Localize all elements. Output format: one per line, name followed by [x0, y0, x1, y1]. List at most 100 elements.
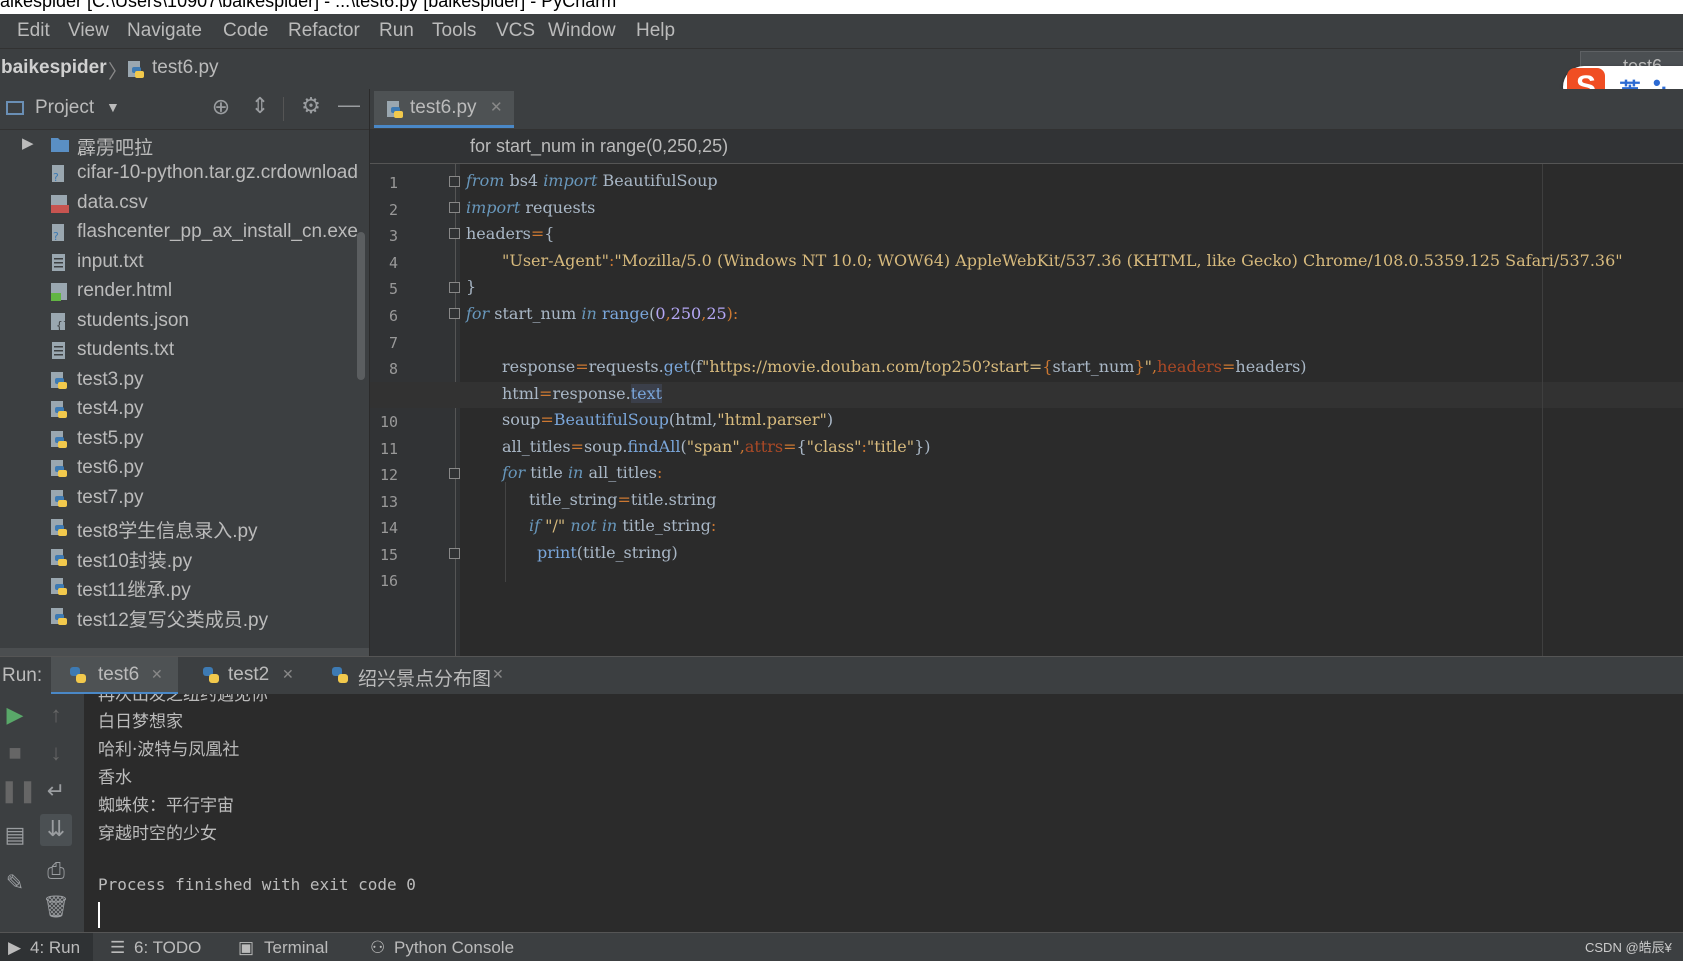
run-panel-header: Run: test6 ✕ test2 ✕ 绍兴景点分布图 ✕ — [0, 656, 1683, 695]
layout-icon[interactable]: ▤ — [0, 822, 30, 848]
editor-tab-bar: test6.py ✕ — [370, 89, 1683, 130]
python-file-icon — [386, 100, 404, 120]
tree-file[interactable]: test6.py — [0, 454, 369, 484]
fold-icon[interactable] — [449, 308, 460, 319]
bottom-tab-terminal[interactable]: ▣ Terminal — [236, 933, 346, 961]
project-title[interactable]: Project — [35, 97, 94, 119]
scroll-to-end-button[interactable]: ⇊ — [40, 814, 72, 846]
stop-icon[interactable]: ■ — [0, 740, 30, 766]
menu-tools[interactable]: Tools — [432, 20, 476, 42]
fold-icon[interactable] — [449, 282, 460, 293]
run-tab-test6[interactable]: test6 ✕ — [51, 657, 178, 695]
hide-panel-icon[interactable]: — — [334, 92, 364, 118]
fold-icon[interactable] — [449, 548, 460, 559]
bottom-tab-python-console[interactable]: ⚇ Python Console — [368, 933, 538, 961]
tab-test6-py[interactable]: test6.py ✕ — [374, 91, 514, 128]
tree-file[interactable]: test4.py — [0, 395, 369, 425]
nav-file[interactable]: test6.py — [152, 57, 219, 79]
close-icon[interactable]: ✕ — [490, 98, 503, 116]
trash-icon[interactable]: 🗑 — [41, 894, 71, 920]
bottom-tab-label: 6: TODO — [134, 938, 202, 957]
tree-file[interactable]: test7.py — [0, 484, 369, 514]
menu-run[interactable]: Run — [379, 20, 414, 42]
svg-text:{}: {} — [56, 319, 69, 332]
menu-navigate[interactable]: Navigate — [127, 20, 202, 42]
output-line: 哈利·波特与凤凰社 — [98, 740, 240, 760]
tree-file[interactable]: test12复写父类成员.py — [0, 602, 369, 632]
tree-file[interactable]: ? cifar-10-python.tar.gz.crdownload — [0, 159, 369, 189]
line-number: 1 — [388, 174, 398, 192]
tree-file[interactable]: render.html — [0, 277, 369, 307]
tree-folder[interactable]: ▶ 霹雳吧拉 — [0, 130, 369, 160]
tree-file[interactable]: ? flashcenter_pp_ax_install_cn.exe — [0, 218, 369, 248]
run-tab-label: 绍兴景点分布图 — [358, 669, 492, 690]
up-arrow-icon[interactable]: ↑ — [41, 702, 71, 728]
tree-item-label: test6.py — [77, 457, 144, 478]
tree-file[interactable]: test5.py — [0, 425, 369, 455]
code-line-2: import requests — [466, 198, 596, 217]
python-file-icon — [50, 577, 68, 597]
run-tab-icon: ▶ — [8, 938, 22, 957]
close-icon[interactable]: ✕ — [492, 666, 504, 683]
fold-icon[interactable] — [449, 468, 460, 479]
svg-text:?: ? — [53, 230, 59, 243]
project-hscrollbar[interactable] — [0, 648, 369, 656]
run-tab-map[interactable]: 绍兴景点分布图 ✕ — [320, 657, 510, 695]
nav-separator-icon: 〉 — [108, 62, 128, 83]
expand-arrow-icon[interactable]: ▶ — [22, 134, 34, 152]
menu-code[interactable]: Code — [223, 20, 268, 42]
line-gutter: 1 2 3 4 5 6 7 8 9 10 11 12 13 14 15 16 — [370, 164, 460, 656]
run-console[interactable]: 再次出发之纽约遇见你 白日梦想家 哈利·波特与凤凰社 香水 蜘蛛侠：平行宇宙 穿… — [84, 694, 1683, 932]
tree-file[interactable]: test10封装.py — [0, 543, 369, 573]
run-tab-test2[interactable]: test2 ✕ — [184, 657, 308, 695]
print-icon[interactable]: ⎙ — [41, 858, 71, 884]
tree-file[interactable]: data.csv — [0, 189, 369, 219]
line-number: 7 — [388, 334, 398, 352]
locate-icon[interactable]: ⊕ — [206, 94, 236, 120]
watermark: CSDN @皓辰¥ — [1585, 940, 1672, 955]
fold-icon[interactable] — [449, 202, 460, 213]
tree-item-label: test11继承.py — [77, 580, 191, 601]
run-tab-label: test2 — [228, 664, 270, 685]
python-console-icon: ⚇ — [370, 938, 386, 957]
fold-icon[interactable] — [449, 176, 460, 187]
soft-wrap-icon[interactable]: ↵ — [41, 778, 71, 804]
tree-file[interactable]: test3.py — [0, 366, 369, 396]
bottom-tab-run[interactable]: ▶ 4: Run — [0, 933, 93, 961]
menu-refactor[interactable]: Refactor — [288, 20, 360, 42]
down-arrow-icon[interactable]: ↓ — [41, 740, 71, 766]
menu-edit[interactable]: Edit — [17, 20, 50, 42]
line-number: 16 — [379, 572, 398, 590]
menu-window[interactable]: Window — [548, 20, 616, 42]
tree-file[interactable]: input.txt — [0, 248, 369, 278]
breadcrumb-text[interactable]: for start_num in range(0,250,25) — [470, 136, 728, 157]
python-file-icon — [50, 489, 68, 509]
tree-file[interactable]: test8学生信息录入.py — [0, 513, 369, 543]
pin-icon[interactable]: ✎ — [0, 870, 30, 896]
tree-file[interactable]: {} students.json — [0, 307, 369, 337]
console-caret — [98, 902, 100, 928]
nav-project[interactable]: baikespider — [1, 57, 107, 79]
bottom-tab-todo[interactable]: ☰ 6: TODO — [108, 933, 218, 961]
gear-icon[interactable]: ⚙ — [296, 93, 326, 119]
menu-help[interactable]: Help — [636, 20, 675, 42]
code-line-12: for title in all_titles: — [502, 463, 663, 482]
tree-file[interactable]: students.txt — [0, 336, 369, 366]
close-icon[interactable]: ✕ — [151, 666, 163, 683]
tree-file[interactable]: test11继承.py — [0, 572, 369, 602]
editor-breadcrumb: for start_num in range(0,250,25) — [370, 130, 1683, 164]
tree-item-label: students.json — [77, 310, 189, 331]
unknown-file-icon: ? — [50, 164, 68, 184]
close-icon[interactable]: ✕ — [282, 666, 294, 683]
fold-icon[interactable] — [449, 228, 460, 239]
menu-view[interactable]: View — [68, 20, 109, 42]
pause-icon[interactable]: ❚❚ — [0, 778, 37, 804]
collapse-all-icon[interactable]: ⇕ — [245, 93, 275, 119]
dropdown-arrow-icon[interactable]: ▼ — [106, 99, 120, 115]
rerun-icon[interactable]: ▶ — [0, 702, 30, 728]
project-scrollbar[interactable] — [357, 232, 365, 380]
indent-guide — [505, 482, 506, 582]
menu-vcs[interactable]: VCS — [496, 20, 535, 42]
code-line-8: response=requests.get(f"https://movie.do… — [502, 357, 1307, 376]
tree-item-label: flashcenter_pp_ax_install_cn.exe — [77, 221, 358, 242]
